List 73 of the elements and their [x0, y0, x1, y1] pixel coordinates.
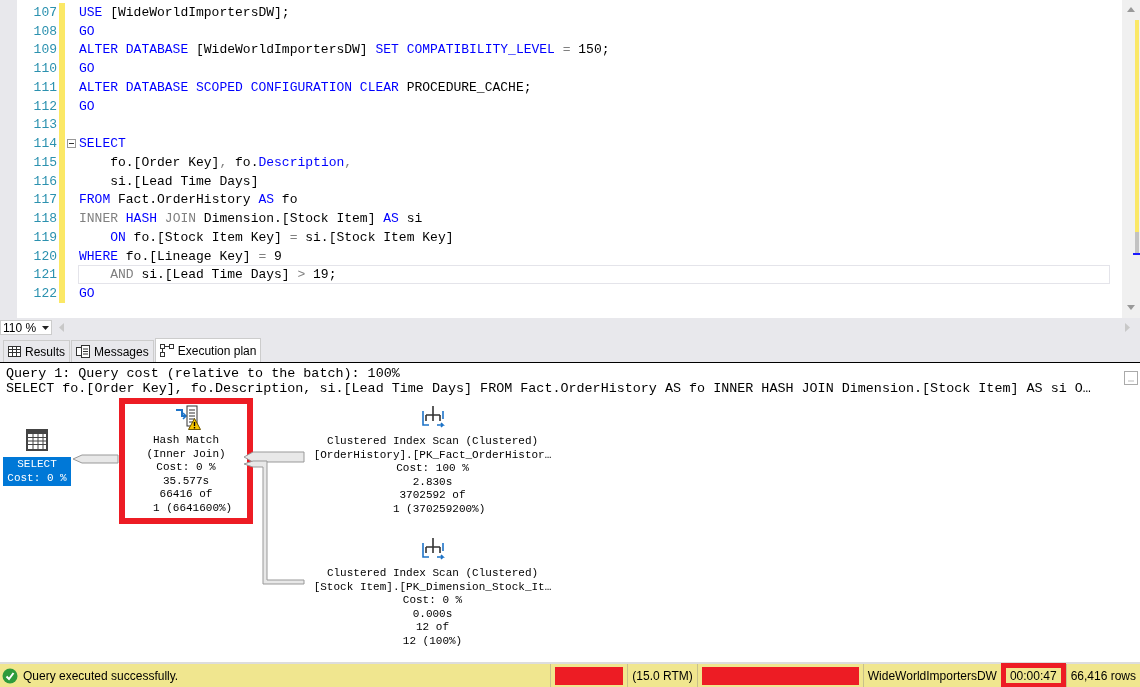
tab[interactable]: Execution plan	[154, 338, 262, 362]
node-text: (Inner Join)	[146, 447, 226, 462]
table-icon	[25, 428, 49, 452]
line-number: 118	[32, 211, 57, 227]
code-line: ON fo.[Stock Item Key] = si.[Stock Item Key]	[109, 228, 455, 247]
code-line: GO	[78, 285, 96, 304]
plan-icon	[159, 344, 174, 357]
code-line: FROM Fact.OrderHistory AS fo	[78, 191, 299, 210]
line-number: 115	[32, 154, 57, 170]
tab[interactable]: Messages	[71, 340, 154, 362]
status-text: (15.0 RTM)	[632, 668, 693, 683]
line-number: 114	[32, 136, 57, 152]
line-number: 121	[32, 267, 57, 283]
node-text: 12 (100%)	[402, 634, 463, 649]
line-number: 109	[32, 42, 57, 58]
node-text: 66416 of	[159, 488, 213, 502]
node-text: Cost: 100 %	[396, 462, 469, 476]
code-line: GO	[78, 22, 96, 41]
node-text: Cost: 0 %	[7, 471, 67, 486]
status-text: WideWorldImportersDW	[867, 668, 997, 683]
code-line: si.[Lead Time Days]	[109, 172, 260, 191]
line-number: 119	[32, 229, 57, 245]
code-line: GO	[78, 97, 96, 116]
line-number: 110	[32, 61, 57, 77]
code-line: INNER HASH JOIN Dimension.[Stock Item] AS si	[78, 210, 424, 229]
status-text: 00:00:47	[1009, 668, 1057, 683]
node-text: 0.000s	[412, 607, 453, 622]
node-text: [Stock Item].[PK_Dimension_Stock_It…	[313, 580, 552, 595]
node-text: 35.577s	[162, 474, 210, 489]
zoom-dropdown[interactable]: 110 %	[0, 320, 52, 335]
flow-arrow	[72, 454, 119, 464]
node-text: 1 (370259200%)	[391, 502, 486, 517]
line-number: 116	[32, 173, 57, 189]
code-line: ALTER DATABASE [WideWorldImportersDW] SET COMPATIBILITY_LEVEL = 150;	[78, 41, 611, 60]
plan-header-line: Query 1: Query cost (relative to the batch): 100%	[6, 366, 401, 381]
node-text: Hash Match	[153, 434, 219, 448]
line-number: 117	[32, 192, 57, 208]
code-line: USE [WideWorldImportersDW];	[78, 3, 291, 22]
node-text: Cost: 0 %	[402, 594, 463, 608]
success-icon	[2, 667, 18, 684]
caret-icon	[42, 325, 49, 330]
options-button[interactable]	[1124, 371, 1138, 385]
code-line: GO	[78, 60, 96, 79]
status-message: Query executed successfully.	[23, 668, 179, 683]
code-line: SELECT	[78, 135, 127, 154]
node-text: 2.830s	[412, 475, 453, 490]
code-line: WHERE fo.[Lineage Key] = 9	[78, 247, 283, 266]
document-icon	[76, 345, 90, 358]
index-scan-icon	[419, 403, 446, 429]
grid-icon	[8, 346, 21, 357]
plan-header-line: SELECT fo.[Order Key], fo.Description, si.[Lead Time Days] FROM Fact.OrderHistory AS fo INNER HASH JOIN Dimension.[Stock Item] AS si O…	[6, 381, 1092, 396]
node-text: 1 (6641600%)	[151, 501, 233, 516]
node-text: Clustered Index Scan (Clustered)	[326, 567, 539, 581]
index-scan-icon	[419, 535, 446, 561]
code-line: fo.[Order Key], fo.Description,	[109, 153, 354, 172]
tab[interactable]: Results	[3, 340, 70, 362]
line-number: 108	[32, 23, 57, 39]
line-number: 122	[32, 286, 57, 302]
status-text: 66,416 rows	[1070, 668, 1136, 683]
node-text: SELECT	[17, 458, 57, 472]
line-number: 111	[32, 79, 57, 95]
node-text: Clustered Index Scan (Clustered)	[326, 435, 539, 449]
collapse-icon[interactable]	[67, 139, 76, 149]
node-text: 12 of	[416, 621, 449, 635]
selected-node-label[interactable]: SELECT Cost: 0 %	[3, 457, 71, 487]
node-text: 3702592 of	[399, 489, 466, 503]
node-text: Cost: 0 %	[156, 461, 216, 475]
line-number: 120	[32, 248, 57, 264]
line-number: 113	[32, 117, 57, 133]
line-number: 107	[32, 4, 57, 20]
line-number: 112	[32, 98, 57, 114]
code-line: ALTER DATABASE SCOPED CONFIGURATION CLEAR PROCEDURE_CACHE;	[78, 78, 533, 97]
node-text: [OrderHistory].[PK_Fact_OrderHistor…	[313, 448, 552, 463]
